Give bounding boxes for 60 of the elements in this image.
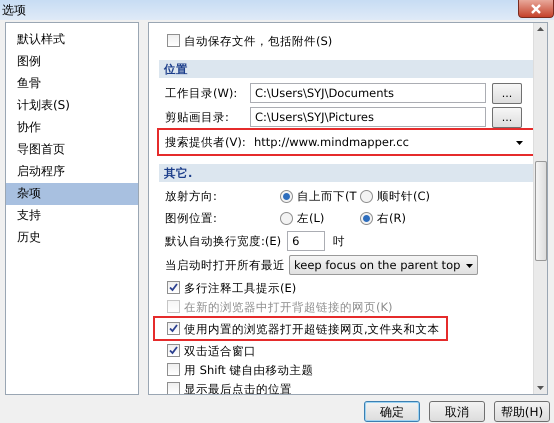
window-title: 选项 xyxy=(1,2,26,19)
scroll-thumb[interactable] xyxy=(534,161,546,261)
close-icon xyxy=(530,4,542,14)
category-item[interactable]: 图例 xyxy=(6,51,138,73)
checkbox[interactable] xyxy=(167,34,180,47)
unit-label: 吋 xyxy=(333,234,346,248)
field-label: 图例位置: xyxy=(165,211,218,225)
close-button[interactable] xyxy=(518,0,554,18)
category-item[interactable]: 杂项 xyxy=(6,183,138,205)
radio-button[interactable] xyxy=(360,212,373,224)
field-label: 放射方向: xyxy=(165,189,218,203)
dropdown[interactable]: keep focus on the parent top xyxy=(289,255,478,275)
radio-button[interactable] xyxy=(360,190,373,202)
category-item[interactable]: 导图首页 xyxy=(6,139,138,161)
dropdown-icon xyxy=(466,264,474,268)
field-label: 搜索提供者(V): xyxy=(165,135,247,149)
scroll-down-icon[interactable] xyxy=(537,386,544,390)
dialog-button[interactable]: 取消 xyxy=(429,401,485,422)
field-label: 剪贴画目录: xyxy=(165,110,230,124)
category-item[interactable]: 默认样式 xyxy=(6,29,138,51)
combo-value: http://www.mindmapper.cc xyxy=(254,135,409,149)
checkbox-label: 双击适合窗口 xyxy=(184,344,256,358)
checkbox[interactable] xyxy=(167,363,180,376)
category-item[interactable]: 计划表(S) xyxy=(6,95,138,117)
browse-button[interactable]: ... xyxy=(492,106,522,128)
checkbox-label: 多行注释工具提示(E) xyxy=(184,280,296,294)
number-field[interactable]: 6 xyxy=(287,231,326,251)
checkbox-label: 在新的浏览器中打开背超链接的网页(K) xyxy=(184,300,393,314)
field-label: 默认自动换行宽度:(E) xyxy=(165,234,282,248)
url-combo[interactable]: http://www.mindmapper.cc xyxy=(250,132,527,152)
scroll-up-icon[interactable] xyxy=(537,27,544,31)
category-item[interactable]: 协作 xyxy=(6,117,138,139)
checkbox[interactable] xyxy=(167,382,180,394)
category-item[interactable]: 历史 xyxy=(6,227,138,249)
path-field[interactable]: C:\Users\SYJ\Documents xyxy=(250,83,486,103)
checkbox[interactable] xyxy=(167,281,180,294)
field-label: 工作目录(W): xyxy=(165,86,238,100)
category-item[interactable]: 支持 xyxy=(6,205,138,227)
radio-label: 自上而下(T xyxy=(297,189,357,203)
radio-label: 顺时针(C) xyxy=(377,189,430,203)
field-label: 当启动时打开所有最近 xyxy=(165,258,285,272)
checkbox-label: 使用内置的浏览器打开超链接网页,文件夹和文本 xyxy=(184,322,440,336)
checkbox[interactable] xyxy=(167,344,180,357)
section-header: 位置 xyxy=(159,60,533,78)
radio-label: 右(R) xyxy=(377,211,406,225)
path-field[interactable]: C:\Users\SYJ\Pictures xyxy=(250,107,486,127)
scrollbar[interactable] xyxy=(533,23,547,394)
section-header: 其它. xyxy=(159,164,533,182)
radio-label: 左(L) xyxy=(297,211,324,225)
radio-button[interactable] xyxy=(280,212,293,224)
dialog-button[interactable]: 确定 xyxy=(364,401,420,422)
browse-button[interactable]: ... xyxy=(492,82,522,104)
radio-button[interactable] xyxy=(280,190,293,202)
checkbox[interactable] xyxy=(167,322,180,335)
checkbox-label: 自动保存文件，包括附件(S) xyxy=(184,34,332,48)
category-item[interactable]: 鱼骨 xyxy=(6,73,138,95)
checkbox-label: 用 Shift 键自由移动主题 xyxy=(184,362,314,376)
dialog-button[interactable]: 帮助(H) xyxy=(494,401,550,422)
dropdown-icon xyxy=(516,140,523,145)
category-item[interactable]: 启动程序 xyxy=(6,161,138,183)
